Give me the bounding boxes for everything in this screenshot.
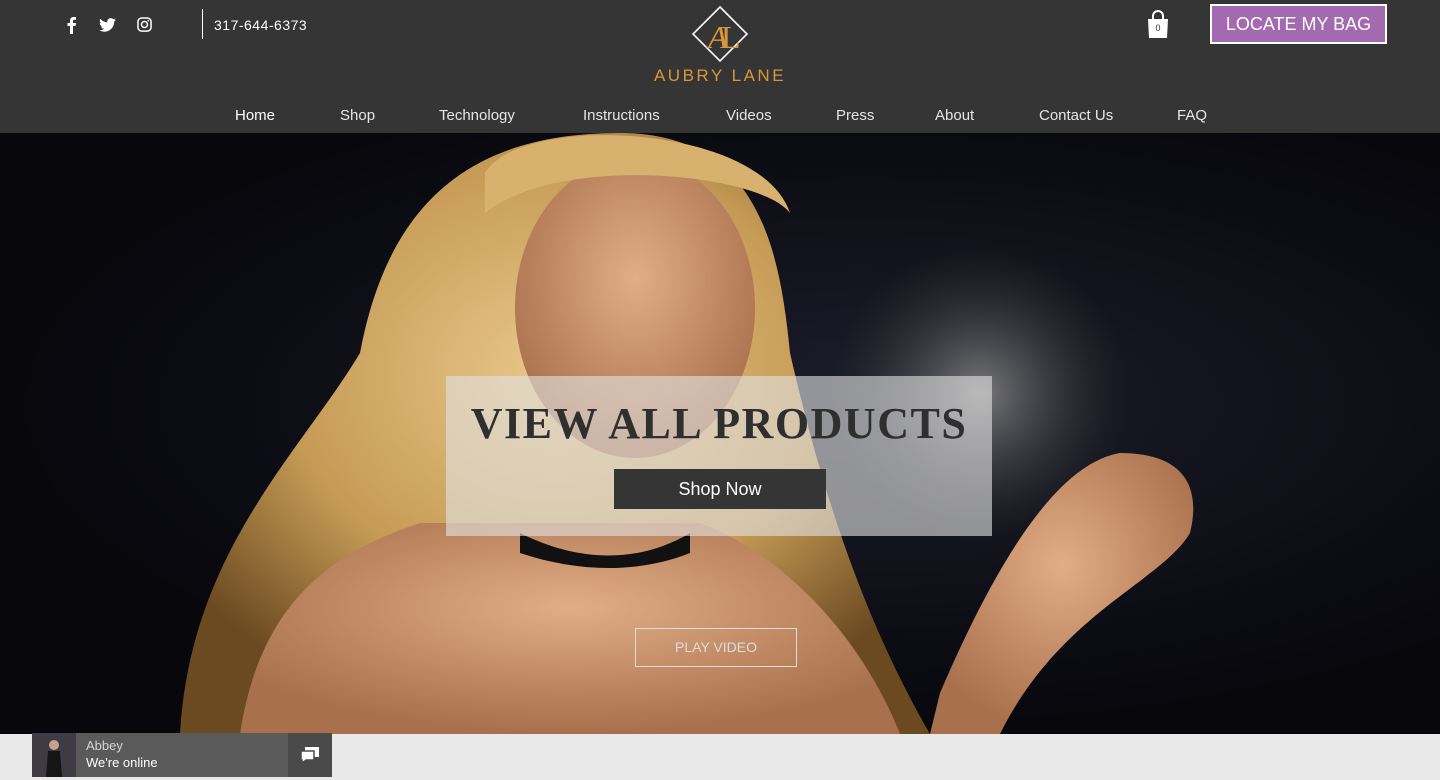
twitter-icon[interactable] — [97, 14, 118, 35]
site-header: 317-644-6373 A L AUBRY LANE 0 LOCATE MY … — [0, 0, 1440, 133]
logo-monogram-icon: A L — [691, 5, 749, 62]
nav-item-press[interactable]: Press — [836, 107, 874, 124]
chat-agent-name: Abbey — [86, 738, 123, 753]
nav-item-technology[interactable]: Technology — [439, 107, 515, 124]
chat-status: We're online — [86, 755, 158, 770]
main-nav: Home Shop Technology Instructions Videos… — [0, 107, 1440, 129]
nav-item-contact-us[interactable]: Contact Us — [1039, 107, 1113, 124]
cart-count: 0 — [1155, 23, 1161, 33]
facebook-icon[interactable] — [60, 14, 81, 35]
social-links — [60, 14, 155, 35]
play-video-button[interactable]: PLAY VIDEO — [635, 628, 797, 667]
phone-number[interactable]: 317-644-6373 — [214, 17, 307, 33]
nav-item-shop[interactable]: Shop — [340, 107, 375, 124]
nav-item-instructions[interactable]: Instructions — [583, 107, 660, 124]
chat-widget[interactable]: Abbey We're online — [32, 733, 332, 777]
chat-open-button[interactable] — [288, 733, 332, 777]
nav-item-about[interactable]: About — [935, 107, 974, 124]
chat-agent-avatar — [32, 733, 76, 777]
chat-bubble-icon — [300, 747, 319, 764]
cta-overlay: VIEW ALL PRODUCTS Shop Now — [446, 376, 992, 536]
nav-item-faq[interactable]: FAQ — [1177, 107, 1207, 124]
instagram-icon[interactable] — [134, 14, 155, 35]
brand-name: AUBRY LANE — [653, 66, 787, 85]
nav-item-videos[interactable]: Videos — [726, 107, 772, 124]
svg-text:L: L — [721, 19, 741, 55]
hero-title: VIEW ALL PRODUCTS — [470, 399, 968, 448]
shop-now-button[interactable]: Shop Now — [614, 469, 826, 509]
locate-my-bag-button[interactable]: LOCATE MY BAG — [1210, 4, 1387, 44]
hero-video-banner: VIEW ALL PRODUCTS Shop Now PLAY VIDEO — [0, 133, 1440, 734]
header-divider — [202, 9, 203, 39]
nav-item-home[interactable]: Home — [235, 107, 275, 124]
brand-logo[interactable]: A L AUBRY LANE — [640, 4, 800, 90]
cart-button[interactable]: 0 — [1146, 10, 1170, 40]
